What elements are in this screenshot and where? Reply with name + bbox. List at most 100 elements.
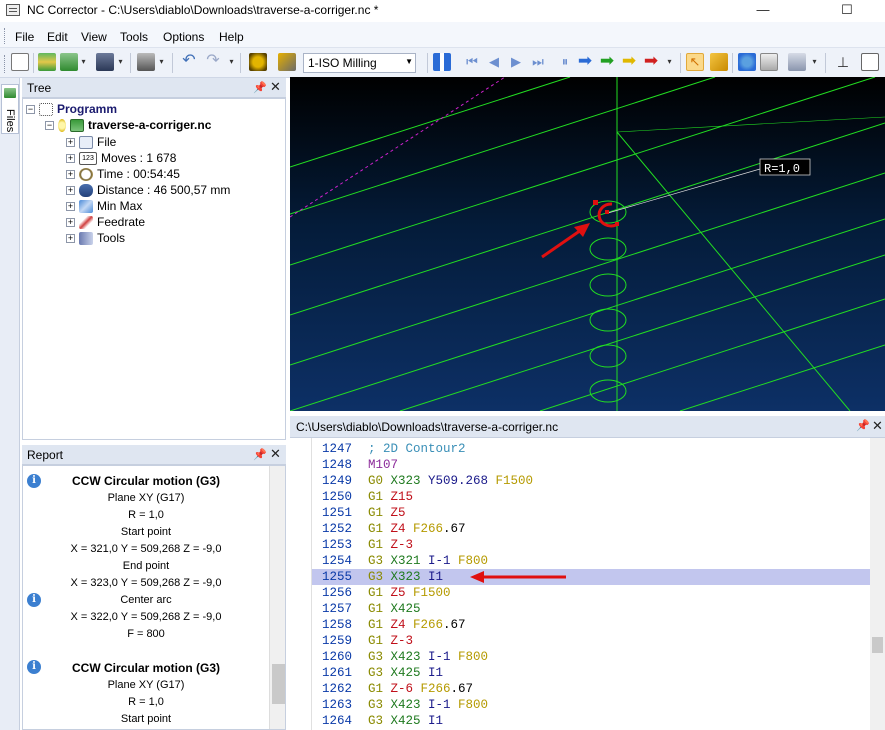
menu-grip[interactable] [4, 28, 7, 44]
step-back-icon[interactable]: ◀ [485, 53, 503, 71]
tree-item-feedrate[interactable]: + Feedrate [66, 215, 145, 231]
menu-options[interactable]: Options [163, 30, 204, 44]
code-line[interactable]: 1253 G1 Z-3 [312, 537, 870, 553]
measure-ruler-icon[interactable] [710, 53, 728, 71]
play-yellow-arrow-icon[interactable]: ➡ [620, 52, 638, 71]
code-line[interactable]: 1251 G1 Z5 [312, 505, 870, 521]
pin-icon[interactable]: 📌 [253, 448, 267, 461]
files-tab[interactable]: Files [1, 84, 19, 134]
pin-icon[interactable]: 📌 [253, 81, 267, 94]
menu-tools[interactable]: Tools [120, 30, 148, 44]
code-editor[interactable]: 1247 ; 2D Contour2 1248 M107 1249 G0 X323 Y50… [290, 438, 885, 730]
scrollbar-thumb[interactable] [872, 637, 883, 653]
chevron-down-icon[interactable]: ▾ [665, 55, 674, 69]
close-icon[interactable]: ✕ [872, 418, 883, 434]
scrollbar-thumb[interactable] [272, 664, 285, 704]
tree-file-node[interactable]: − traverse-a-corriger.nc [45, 118, 211, 134]
menu-view[interactable]: View [81, 30, 107, 44]
toolbar-grip[interactable] [4, 55, 7, 73]
open-file-icon[interactable] [60, 53, 78, 71]
expand-icon[interactable]: + [66, 170, 75, 180]
report-line: CCW Circular motion (G3) [71, 661, 220, 675]
chevron-down-icon[interactable]: ▾ [79, 55, 88, 69]
code-line[interactable]: 1258 G1 Z4 F266.67 [312, 617, 870, 633]
chevron-down-icon[interactable]: ▾ [227, 55, 236, 69]
undo-icon[interactable]: ↶ [180, 53, 198, 71]
code-line[interactable]: 1264 G3 X425 I1 [312, 713, 870, 729]
shapes-icon[interactable] [788, 53, 806, 71]
minimize-button[interactable]: — [740, 0, 786, 22]
expand-icon[interactable]: + [66, 186, 75, 196]
last-move-icon[interactable]: ⏭ [529, 53, 547, 71]
tree-panel-title: Tree [27, 81, 52, 95]
tree-item-minmax[interactable]: + Min Max [66, 199, 142, 215]
play-blue-arrow-icon[interactable]: ➡ [576, 52, 594, 71]
code-line[interactable]: 1255 G3 X323 I1 [312, 569, 870, 585]
expand-icon[interactable]: + [66, 218, 75, 228]
pause-icon[interactable]: ⏸ [556, 53, 574, 71]
debug-bug-icon[interactable] [249, 53, 267, 71]
tree-item-file[interactable]: + File [66, 135, 116, 151]
select-cursor-icon[interactable]: ↖ [686, 53, 704, 71]
code-line[interactable]: 1256 G1 Z5 F1500 [312, 585, 870, 601]
new-file-icon[interactable] [11, 53, 29, 71]
expand-icon[interactable]: + [66, 234, 75, 244]
code-line[interactable]: 1248 M107 [312, 457, 870, 473]
pin-icon[interactable]: 📌 [856, 419, 870, 432]
machine-settings-icon[interactable] [278, 53, 296, 71]
code-line[interactable]: 1254 G3 X321 I-1 F800 [312, 553, 870, 569]
toolpath-line [679, 344, 885, 411]
code-line[interactable]: 1249 G0 X323 Y509.268 F1500 [312, 473, 870, 489]
save-icon[interactable] [96, 53, 114, 71]
code-line[interactable]: 1263 G3 X423 I-1 F800 [312, 697, 870, 713]
editor-scrollbar[interactable] [870, 438, 885, 730]
menu-edit[interactable]: Edit [47, 30, 68, 44]
play-green-arrow-icon[interactable]: ➡ [598, 52, 616, 71]
tree-item-distance[interactable]: + Distance : 46 500,57 mm [66, 183, 230, 199]
code-line[interactable]: 1252 G1 Z4 F266.67 [312, 521, 870, 537]
expand-icon[interactable]: + [66, 202, 75, 212]
first-move-icon[interactable]: ⏮ [463, 53, 481, 71]
code-line[interactable]: 1261 G3 X425 I1 [312, 665, 870, 681]
play-red-arrow-icon[interactable]: ➡ [642, 52, 660, 71]
tree-item-tools[interactable]: + Tools [66, 231, 125, 247]
code-line[interactable]: 1257 G1 X425 [312, 601, 870, 617]
tree-root[interactable]: − Programm [26, 102, 117, 118]
expand-icon[interactable]: + [66, 138, 75, 148]
chevron-down-icon[interactable]: ▾ [157, 55, 166, 69]
folder-icon [4, 88, 16, 98]
machine-mode-select[interactable]: 1-ISO Milling ▼ [303, 53, 416, 73]
toolpath-viewport[interactable]: R=1,0 [290, 77, 885, 411]
redo-icon[interactable]: ↷ [204, 53, 222, 71]
code-line[interactable]: 1259 G1 Z-3 [312, 633, 870, 649]
fullscreen-icon[interactable] [861, 53, 879, 71]
maximize-button[interactable]: ☐ [824, 0, 870, 22]
color-scheme-icon[interactable] [738, 53, 756, 71]
step-mode-icon[interactable] [433, 53, 451, 71]
report-panel-header: Report 📌 ✕ [22, 445, 286, 465]
tree-item-moves[interactable]: +123 Moves : 1 678 [66, 151, 176, 167]
code-line[interactable]: 1250 G1 Z15 [312, 489, 870, 505]
expand-icon[interactable]: + [66, 154, 75, 164]
code-line[interactable]: 1247 ; 2D Contour2 [312, 441, 870, 457]
axes-icon[interactable]: ⊥ [834, 53, 852, 71]
line-number: 1250 [321, 490, 352, 504]
close-icon[interactable]: ✕ [270, 446, 281, 462]
code-line[interactable]: 1262 G1 Z-6 F266.67 [312, 681, 870, 697]
layers-icon[interactable] [38, 53, 56, 71]
collapse-icon[interactable]: − [26, 105, 35, 115]
report-scrollbar[interactable] [269, 466, 285, 729]
chevron-down-icon[interactable]: ▾ [116, 55, 125, 69]
code-line[interactable]: 1260 G3 X423 I-1 F800 [312, 649, 870, 665]
calculator-icon[interactable] [760, 53, 778, 71]
chevron-down-icon[interactable]: ▾ [810, 55, 819, 69]
close-icon[interactable]: ✕ [270, 79, 281, 95]
line-number: 1261 [321, 666, 352, 680]
menu-file[interactable]: File [15, 30, 34, 44]
tree-item-time[interactable]: + Time : 00:54:45 [66, 167, 180, 183]
radius-leader-line [607, 168, 761, 214]
print-icon[interactable] [137, 53, 155, 71]
collapse-icon[interactable]: − [45, 121, 54, 131]
menu-help[interactable]: Help [219, 30, 244, 44]
step-forward-icon[interactable]: ▶ [507, 53, 525, 71]
